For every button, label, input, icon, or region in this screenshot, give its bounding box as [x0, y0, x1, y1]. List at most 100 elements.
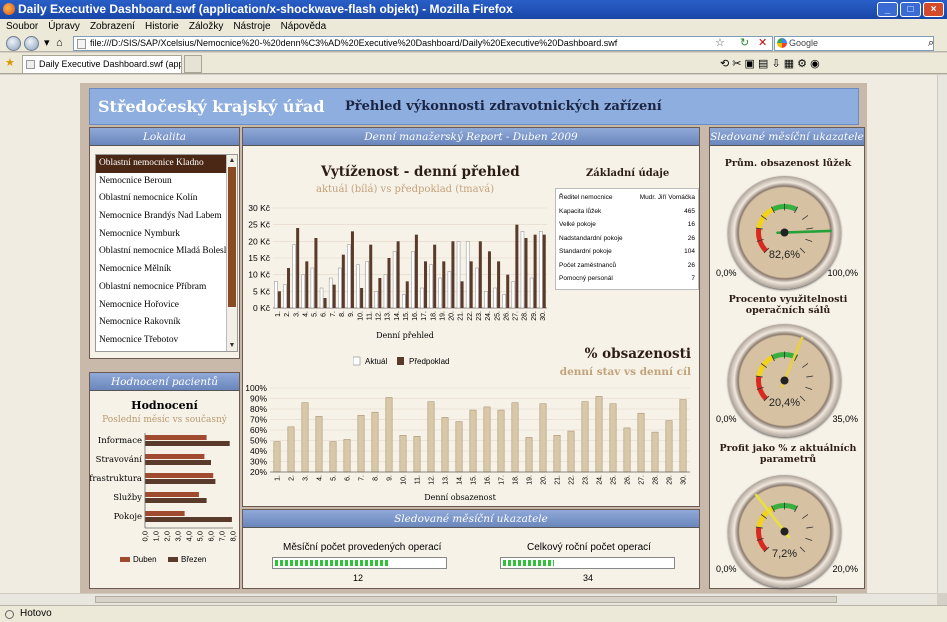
- scroll-down-icon[interactable]: ▼: [227, 340, 237, 351]
- y-tick-label: 30%: [250, 457, 267, 467]
- x-tick-label: 11.: [366, 311, 373, 320]
- bar-forecast: [469, 261, 473, 308]
- bar-actual: [538, 231, 543, 309]
- location-list-scrollbar[interactable]: ▲ ▼: [226, 155, 237, 351]
- gauge-tick: [805, 386, 813, 390]
- address-bar[interactable]: file:///D:/SIS/SAP/Xcelsius/Nemocnice%20…: [73, 36, 773, 51]
- bookmarks-star-icon[interactable]: ★: [5, 57, 15, 69]
- patients-subtitle: Poslední měsíc vs současný: [102, 415, 227, 425]
- close-button[interactable]: ×: [923, 2, 944, 17]
- x-tick-label: 29.: [667, 475, 674, 485]
- bar-occupancy: [539, 403, 547, 473]
- x-tick-label: 9.: [387, 475, 394, 481]
- bar-actual: [374, 291, 379, 309]
- legend-actual-swatch: [353, 356, 361, 366]
- location-item[interactable]: Oblastní nemocnice Kladno: [96, 155, 237, 173]
- x-tick-label: 2,0: [163, 531, 172, 541]
- scroll-thumb[interactable]: [228, 167, 236, 307]
- gauges-panel-title: Sledované měsíční ukazatele: [710, 128, 864, 146]
- location-item[interactable]: Nemocnice Třebotov: [96, 332, 237, 350]
- bar-march: [145, 517, 232, 522]
- bar-april: [145, 492, 199, 497]
- menu-zalozky[interactable]: Záložky: [189, 19, 223, 34]
- menu-zobrazeni[interactable]: Zobrazení: [90, 19, 135, 34]
- x-tick-label: 13.: [385, 311, 392, 321]
- page-vertical-scrollbar[interactable]: [937, 75, 947, 593]
- bar-forecast: [369, 244, 373, 308]
- hscroll-thumb[interactable]: [95, 596, 837, 603]
- home-icon[interactable]: ⌂: [56, 37, 63, 49]
- bar-forecast: [378, 278, 382, 308]
- bookmark-star-icon[interactable]: ☆: [715, 37, 725, 49]
- location-item[interactable]: Nemocnice Mělník: [96, 261, 237, 279]
- back-button[interactable]: [6, 36, 21, 51]
- window-title: Daily Executive Dashboard.swf (applicati…: [18, 2, 513, 16]
- maximize-button[interactable]: □: [900, 2, 921, 17]
- stop-icon[interactable]: ✕: [758, 37, 767, 49]
- search-icon[interactable]: ⌕: [928, 37, 934, 49]
- gauges-panel: Sledované měsíční ukazatele Prům. obsaze…: [709, 127, 865, 589]
- page-content: Středočeský krajský úřad Přehled výkonno…: [0, 75, 937, 593]
- bar-forecast: [433, 244, 437, 308]
- x-tick-label: 17.: [421, 311, 428, 321]
- legend-march-swatch: [168, 557, 178, 562]
- toolbar-tools-icon[interactable]: ⟲ ✂ ▣ ▤ ⇩ ▦ ⚙ ◉: [720, 58, 820, 70]
- bar-forecast: [360, 288, 364, 308]
- location-item[interactable]: Nemocnice Rakovník: [96, 314, 237, 332]
- menu-historie[interactable]: Historie: [145, 19, 179, 34]
- minimize-button[interactable]: _: [877, 2, 898, 17]
- bar-occupancy: [413, 436, 421, 473]
- category-label: Informace: [98, 436, 142, 446]
- location-list[interactable]: Oblastní nemocnice Kladno Nemocnice Berou…: [95, 154, 238, 352]
- location-item[interactable]: Nemocnice Beroun: [96, 173, 237, 191]
- location-item[interactable]: Oblastní nemocnice Mladá Boleslav: [96, 243, 237, 261]
- legend-april-swatch: [120, 557, 130, 562]
- category-label: Infrastruktura: [90, 474, 142, 484]
- x-tick-label: 30.: [540, 311, 547, 321]
- status-icon: [5, 610, 14, 619]
- x-tick-label: 14.: [394, 311, 401, 321]
- gauge-hub: [780, 228, 789, 237]
- y-tick-label: 60%: [250, 425, 267, 435]
- x-tick-label: 22.: [569, 475, 576, 485]
- x-tick-label: 5,0: [196, 531, 205, 541]
- bar-actual: [383, 274, 388, 309]
- forward-button[interactable]: [24, 36, 39, 51]
- x-tick-label: 17.: [499, 475, 506, 485]
- search-input[interactable]: Google: [774, 36, 934, 51]
- location-item[interactable]: Nemocnice Nymburk: [96, 226, 237, 244]
- bar-actual: [365, 261, 369, 309]
- bar-actual: [456, 241, 461, 309]
- bar-occupancy: [483, 406, 491, 473]
- bar-actual: [465, 241, 470, 309]
- x-tick-label: 7.: [330, 311, 337, 317]
- info-value: 7: [691, 275, 695, 282]
- info-label: Ředitel nemocnice: [559, 194, 613, 201]
- bar-actual: [520, 231, 525, 309]
- menu-upravy[interactable]: Úpravy: [48, 19, 80, 34]
- tab-dashboard[interactable]: Daily Executive Dashboard.swf (applica..…: [22, 55, 182, 73]
- info-value: 26: [687, 234, 695, 242]
- patients-chart: Informace Stravování Infrastruktura Služby P…: [90, 433, 238, 564]
- reload-icon[interactable]: ↻: [740, 37, 749, 49]
- bar-occupancy: [497, 409, 505, 473]
- occupancy-chart: 0 Kč 5 Kč 10 Kč 15 Kč 20 Kč 25 Kč 30 Kč 1. 2. 3. 4…: [248, 203, 547, 340]
- bar-forecast: [414, 234, 418, 308]
- x-tick-label: 8.: [339, 311, 346, 317]
- menu-nastroje[interactable]: Nástroje: [233, 19, 270, 34]
- patients-title: Hodnocení: [131, 399, 198, 412]
- gauge-2-max: 35,0%: [832, 414, 858, 424]
- location-item[interactable]: Oblastní nemocnice Příbram: [96, 279, 237, 297]
- dropdown-icon[interactable]: ▾: [44, 37, 50, 49]
- scroll-up-icon[interactable]: ▲: [227, 155, 237, 166]
- x-tick-label: 23.: [583, 475, 590, 485]
- page-horizontal-scrollbar[interactable]: [0, 593, 937, 605]
- menu-soubor[interactable]: Soubor: [6, 19, 38, 34]
- location-item[interactable]: Oblastní nemocnice Kolín: [96, 190, 237, 208]
- x-tick-label: 10.: [357, 311, 364, 321]
- location-item[interactable]: Nemocnice Hořovice: [96, 297, 237, 315]
- y-tick-label: 30 Kč: [248, 203, 270, 213]
- menu-napoveda[interactable]: Nápověda: [281, 19, 327, 34]
- new-tab-button[interactable]: [184, 55, 202, 73]
- location-item[interactable]: Nemocnice Brandýs Nad Labem: [96, 208, 237, 226]
